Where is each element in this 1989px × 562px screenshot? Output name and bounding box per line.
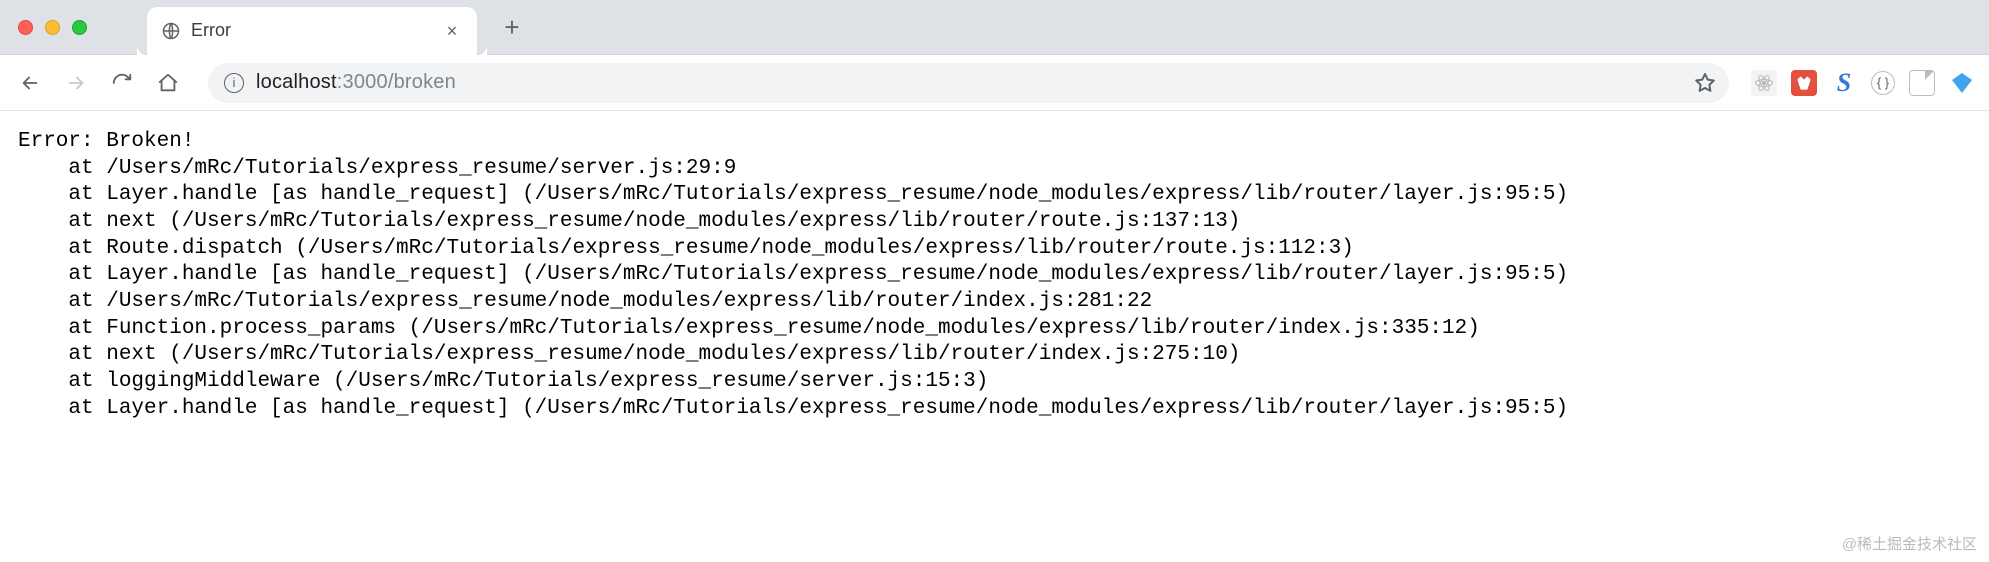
extension-icons: S { } [1751,70,1975,96]
extension-json-icon[interactable]: { } [1871,71,1895,95]
window-maximize-button[interactable] [72,20,87,35]
extension-red-icon[interactable] [1791,70,1817,96]
bookmark-star-icon[interactable] [1693,71,1717,95]
url-path: /broken [388,71,456,94]
new-tab-button[interactable]: + [495,10,529,44]
home-button[interactable] [148,63,188,103]
window-close-button[interactable] [18,20,33,35]
reload-button[interactable] [102,63,142,103]
watermark: @稀土掘金技术社区 [1842,533,1977,554]
error-stacktrace: Error: Broken! at /Users/mRc/Tutorials/e… [18,129,1979,422]
url-text: localhost:3000/broken [256,71,456,94]
toolbar: i localhost:3000/broken S { } [0,55,1989,111]
site-info-icon[interactable]: i [224,73,244,93]
browser-tab[interactable]: Error × [147,7,477,55]
globe-icon [161,21,181,41]
window-controls [0,20,87,35]
extension-react-devtools-icon[interactable] [1751,70,1777,96]
forward-button[interactable] [56,63,96,103]
window-minimize-button[interactable] [45,20,60,35]
back-button[interactable] [10,63,50,103]
url-host: localhost [256,71,337,94]
close-tab-button[interactable]: × [443,22,461,40]
page-content: Error: Broken! at /Users/mRc/Tutorials/e… [0,111,1989,562]
tab-title: Error [191,20,443,41]
address-bar[interactable]: i localhost:3000/broken [208,63,1729,103]
extension-document-icon[interactable] [1909,70,1935,96]
extension-diamond-icon[interactable] [1949,70,1975,96]
url-port: :3000 [337,71,388,94]
titlebar: Error × + [0,0,1989,55]
extension-s-icon[interactable]: S [1831,70,1857,96]
